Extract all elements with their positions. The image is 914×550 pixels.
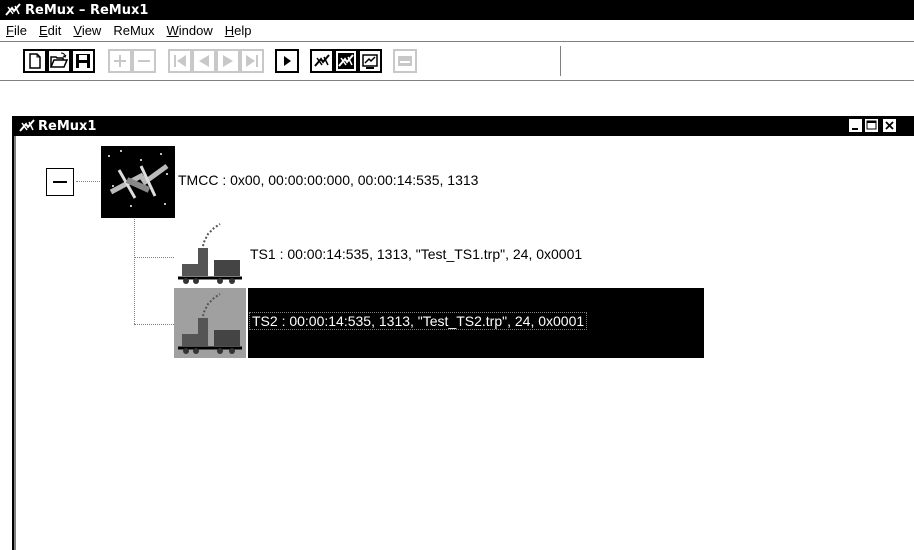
menu-help-mnemonic: H [224, 23, 235, 38]
close-button[interactable] [882, 118, 897, 133]
menu-file-mnemonic: F [6, 23, 14, 38]
tree-view[interactable]: TMCC : 0x00, 00:00:00:000, 00:00:14:535,… [14, 136, 914, 550]
menu-view[interactable]: View [67, 23, 107, 38]
add-plus-icon [114, 55, 126, 67]
remux-button[interactable] [310, 49, 334, 73]
menu-remux[interactable]: ReMux [107, 23, 160, 38]
output-button[interactable] [393, 49, 417, 73]
document-title: ReMux1 [38, 118, 97, 134]
skip-last-icon [246, 55, 258, 67]
menu-edit-label: dit [47, 23, 62, 38]
menu-help-label: elp [234, 23, 252, 38]
document-window: ReMux1 TMCC: 0x00, 00:00:00:000, 00:00:… [12, 116, 914, 550]
add-button[interactable] [108, 49, 132, 73]
remove-button[interactable] [132, 49, 156, 73]
new-button[interactable] [23, 49, 47, 73]
menu-window-label: indow [178, 23, 213, 38]
remove-minus-icon [138, 60, 150, 62]
menu-bar: File Edit View ReMux Window Help [0, 20, 914, 41]
satellite-icon [101, 146, 175, 218]
remux-satellite-icon [314, 53, 330, 69]
play-button[interactable] [275, 49, 299, 73]
menu-view-label: iew [81, 23, 102, 38]
tmcc-node-label[interactable]: TMCC : 0x00, 00:00:00:000, 00:00:14:535,… [178, 172, 478, 188]
next-button[interactable] [216, 49, 240, 73]
minimize-icon [852, 128, 858, 130]
open-folder-icon [50, 52, 68, 68]
ts1-node-label[interactable]: TS1 : 00:00:14:535, 1313, "Test_TS1.trp"… [250, 246, 582, 262]
last-button[interactable] [240, 49, 264, 73]
view-button[interactable] [358, 49, 382, 73]
remux-alt-button[interactable] [334, 49, 358, 73]
first-button[interactable] [168, 49, 192, 73]
new-document-icon [29, 53, 41, 69]
menu-file-label: ile [13, 23, 27, 38]
save-button[interactable] [71, 49, 95, 73]
play-icon [284, 56, 291, 66]
tree-connector [134, 208, 135, 324]
maximize-button[interactable] [864, 118, 879, 133]
remux-app-icon [5, 3, 21, 16]
maximize-icon [866, 120, 877, 130]
remux-document-icon [19, 119, 35, 132]
save-disk-icon [76, 54, 90, 68]
tree-connector [134, 324, 174, 325]
step-forward-icon [223, 55, 233, 67]
toolbar-divider [560, 46, 561, 76]
open-button[interactable] [47, 49, 71, 73]
output-device-icon [398, 56, 412, 66]
close-icon [885, 121, 894, 130]
remux-view-icon [362, 54, 378, 69]
step-back-icon [199, 55, 209, 67]
collapse-toggle[interactable] [46, 168, 74, 196]
skip-first-icon [174, 55, 186, 67]
remux-satellite-alt-icon [338, 53, 354, 69]
document-title-bar[interactable]: ReMux1 [14, 116, 914, 136]
menu-view-mnemonic: V [73, 23, 82, 38]
previous-button[interactable] [192, 49, 216, 73]
menu-edit-mnemonic: E [38, 23, 48, 38]
minimize-button[interactable] [848, 118, 863, 133]
toolbar [0, 41, 914, 81]
app-title: ReMux – ReMux1 [25, 2, 149, 18]
menu-help[interactable]: Help [219, 23, 258, 38]
ts2-node-label[interactable]: TS2 : 00:00:14:535, 1313, "Test_TS2.trp"… [248, 312, 588, 330]
transport-stream-icon [178, 223, 242, 284]
menu-file[interactable]: File [0, 23, 33, 38]
tree-connector [134, 257, 174, 258]
collapse-minus-icon [53, 181, 67, 183]
tree-connector [76, 181, 100, 182]
menu-edit[interactable]: Edit [33, 23, 67, 38]
transport-stream-icon [174, 288, 246, 358]
menu-window[interactable]: Window [161, 23, 219, 38]
menu-window-mnemonic: W [166, 23, 179, 38]
app-title-bar[interactable]: ReMux – ReMux1 [0, 0, 914, 20]
